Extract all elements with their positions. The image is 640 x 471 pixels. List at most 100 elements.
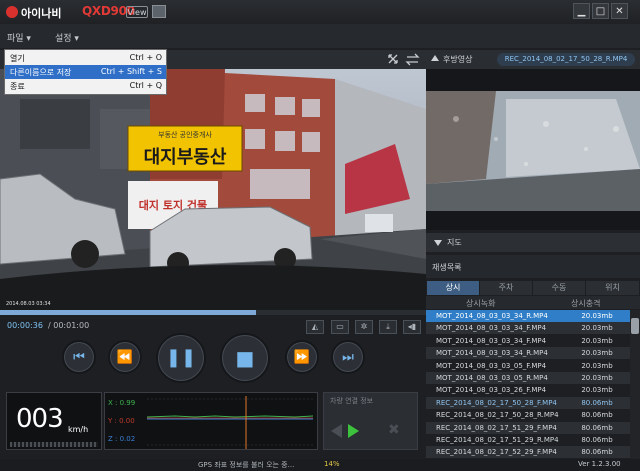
status-bar [0,459,640,471]
playlist-column-header: 상시녹화 상시충격 [426,296,640,309]
sign-main-text: 대지부동산 [144,147,227,168]
playlist-row-filename: MOT_2014_08_03_03_05_F.MP4 [436,361,547,370]
car-connection-title: 차량 연결 정보 [330,397,374,405]
view-badge: View [126,6,148,18]
playlist-row-filename: MOT_2014_08_03_03_34_R.MP4 [436,349,548,358]
playlist-row-size: 20.03mb [581,336,613,345]
fullscreen-icon[interactable]: ▭ [331,320,349,334]
playlist-row-filename: MOT_2014_08_03_03_05_R.MP4 [436,374,548,382]
playlist-row[interactable]: REC_2014_08_02_17_51_29_R.MP4 80.06mb [426,434,630,446]
playlist-row-filename: MOT_2014_08_03_03_34_F.MP4 [436,336,547,345]
menu-save-as-shortcut: Ctrl + Shift + S [100,67,162,76]
menu-file[interactable]: 파일 ▾ [7,31,31,44]
playlist-row[interactable]: MOT_2014_08_03_03_34_F.MP4 20.03mb [426,335,630,347]
speed-bar [10,442,98,447]
snapshot-icon[interactable]: ◭ [306,320,324,334]
menu-open-shortcut: Ctrl + O [129,53,162,62]
playlist-row-size: 20.03mb [581,361,613,370]
status-percent: 14% [324,460,340,468]
playlist-row-size: 20.03mb [581,374,613,382]
column-size-header[interactable]: 상시충격 [571,298,600,309]
fast-forward-button[interactable]: ⏩ [285,340,319,374]
tab-location[interactable]: 위치 [586,281,639,295]
playlist-row[interactable]: MOT_2014_08_03_03_34_F.MP4 20.03mb [426,322,630,335]
speed-unit: km/h [68,425,89,434]
skip-next-icon: ⏭ [342,350,354,365]
rear-video-label: 후방영상 [443,55,473,64]
stop-button[interactable]: ■ [220,333,270,383]
tab-manual[interactable]: 수동 [533,281,585,295]
gsensor-z-label: Z : 0.02 [108,435,136,443]
rewind-icon: ⏪ [116,350,134,365]
playlist-row-size: 20.03mb [581,386,613,395]
menu-exit-label: 종료 [10,82,25,91]
playlist-row-size: 80.06mb [581,448,613,457]
playlist-title: 재생목록 [432,263,462,272]
column-file-header[interactable]: 상시녹화 [466,298,495,309]
rear-video-view[interactable] [426,69,640,230]
playlist-row-size: 20.03mb [581,312,613,320]
logo-icon [6,6,18,18]
menu-save-as-label: 다른이름으로 저장 [10,68,72,77]
menu-open-label: 열기 [10,54,25,63]
playlist-list: MOT_2014_08_03_03_34_R.MP4 20.03mb MOT_201… [426,310,630,460]
menu-settings[interactable]: 설정 ▾ [55,31,79,44]
skip-next-button[interactable]: ⏭ [331,340,365,374]
expand-down-icon[interactable] [434,240,442,246]
version-label: Ver 1.2.3.00 [578,460,621,468]
app-logo-text: 아이나비 [21,7,62,20]
file-menu-dropdown: 열기 Ctrl + O 다른이름으로 저장 Ctrl + Shift + S 종… [4,49,167,95]
current-time: 00:00:36 [7,321,43,330]
playlist-row-filename: REC_2014_08_02_17_51_29_F.MP4 [436,423,557,432]
playlist-row[interactable]: REC_2014_08_02_17_50_28_R.MP4 80.06mb [426,409,630,421]
playlist-row[interactable]: MOT_2014_08_03_03_05_F.MP4 20.03mb [426,360,630,372]
expand-icon[interactable] [388,54,398,64]
playlist-row-filename: MOT_2014_08_03_03_34_F.MP4 [436,324,547,333]
rewind-button[interactable]: ⏪ [108,340,142,374]
fast-forward-icon: ⏩ [293,350,311,365]
wrench-icon: ✖ [388,422,400,438]
playlist-row[interactable]: MOT_2014_08_03_03_26_F.MP4 20.03mb [426,384,630,396]
playlist-row-filename: REC_2014_08_02_17_51_29_R.MP4 [436,436,559,444]
playlist-row-filename: REC_2014_08_02_17_50_28_F.MP4 [436,398,557,407]
playlist-row-size: 80.06mb [581,423,613,432]
gsensor-y-label: Y : 0.00 [108,417,135,425]
close-button[interactable]: ✕ [611,3,628,19]
sign-top-text: 부동산 공인중개사 [158,130,212,139]
collapse-up-icon[interactable] [431,55,439,61]
gsensor-x-label: X : 0.99 [108,399,136,407]
arrow-right-icon [348,424,359,438]
volume-icon[interactable]: ◂▮ [403,320,421,334]
arrow-left-icon [331,424,342,438]
settings-gear-icon[interactable]: ✲ [355,320,373,334]
playlist-scroll-thumb[interactable] [631,318,639,334]
status-text: GPS 좌표 정보를 불러 오는 중... [198,461,295,469]
menu-bar [0,24,640,48]
front-video-view[interactable]: 부동산 공인중개사 대지부동산 대지 토지 건물 2014.08.03 03:3… [0,69,426,310]
minimize-button[interactable]: ▁ [573,3,590,19]
skip-previous-icon: ⏮ [73,350,85,365]
menu-open-item[interactable]: 열기 Ctrl + O [5,51,166,65]
playlist-row[interactable]: REC_2014_08_02_17_52_29_F.MP4 80.06mb [426,446,630,459]
pause-button[interactable]: ❚❚ [156,333,206,383]
playlist-row[interactable]: MOT_2014_08_03_03_34_R.MP4 20.03mb [426,310,630,322]
swap-icon[interactable] [405,53,420,66]
playlist-row-size: 80.06mb [581,436,613,444]
tab-continuous[interactable]: 상시 [427,281,479,295]
tab-parking[interactable]: 주차 [480,281,532,295]
menu-save-as-item[interactable]: 다른이름으로 저장 Ctrl + Shift + S [5,65,166,79]
playlist-row[interactable]: MOT_2014_08_03_03_34_R.MP4 20.03mb [426,347,630,360]
playlist-row-size: 80.06mb [581,398,613,407]
playlist-row[interactable]: REC_2014_08_02_17_51_29_F.MP4 80.06mb [426,421,630,434]
gsensor-graph: X : 0.99 Y : 0.00 Z : 0.02 [104,392,318,450]
playlist-row[interactable]: MOT_2014_08_03_03_05_R.MP4 20.03mb [426,372,630,384]
playlist-row-size: 20.03mb [581,324,613,333]
skip-previous-button[interactable]: ⏮ [62,340,96,374]
download-icon[interactable]: ⤓ [379,320,397,334]
camera-icon[interactable] [152,5,166,18]
menu-exit-item[interactable]: 종료 Ctrl + Q [5,79,166,93]
maximize-button[interactable]: □ [592,3,609,19]
progress-fill [0,310,256,315]
stop-icon: ■ [235,346,255,370]
playlist-row[interactable]: REC_2014_08_02_17_50_28_F.MP4 80.06mb [426,396,630,409]
